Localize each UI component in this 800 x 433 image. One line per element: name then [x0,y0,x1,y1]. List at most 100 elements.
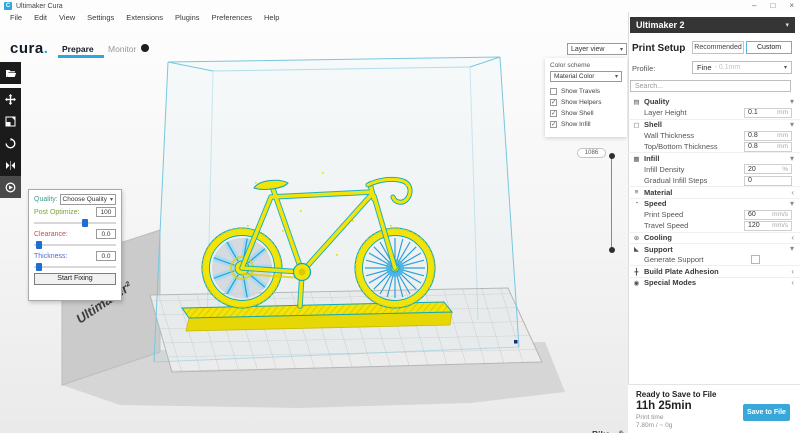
chevron-down-icon: ▾ [110,196,113,203]
settings-search-input[interactable] [630,80,791,92]
quality-fixing-dialog: Quality: Choose Quality▾ Post Optimize: … [28,189,122,301]
tab-monitor[interactable]: Monitor [108,44,136,54]
category-material[interactable]: ≡ Material [628,186,800,197]
slider-handle[interactable] [36,263,42,271]
start-fixing-button[interactable]: Start Fixing [34,273,116,285]
minimize-button[interactable]: – [752,0,756,12]
tab-prepare[interactable]: Prepare [62,44,94,54]
cura-window: C Ultimaker Cura – □ × File Edit View Se… [0,0,800,433]
menu-file[interactable]: File [4,13,28,22]
wall-thickness-field[interactable]: 0.8mm [744,131,792,141]
infill-density-field[interactable]: 20% [744,164,792,174]
category-build-plate-adhesion[interactable]: ╋ Build Plate Adhesion [628,265,800,276]
window-title: Ultimaker Cura [16,3,63,10]
rotate-tool-button[interactable] [0,132,21,154]
menu-extensions[interactable]: Extensions [120,13,169,22]
layer-slider[interactable] [610,155,613,251]
chevron-down-icon [790,155,794,163]
job-status: Ready to Save to File [636,390,716,399]
travel-speed-field[interactable]: 120mm/s [744,221,792,231]
move-tool-button[interactable] [0,88,21,110]
clearance-slider[interactable] [34,241,116,249]
thickness-slider[interactable] [34,263,116,271]
quality-label: Quality: [34,196,58,203]
checkbox-row-show-travels: Show Travels [550,86,622,96]
profile-hint: - 0.1mm [715,64,784,71]
scale-tool-button[interactable] [0,110,21,132]
mesh-tools-button[interactable] [0,176,21,198]
slider-handle[interactable] [82,219,88,227]
layer-slider-top-handle[interactable] [609,153,615,159]
menu-preferences[interactable]: Preferences [206,13,258,22]
chevron-down-icon [790,245,794,253]
category-quality[interactable]: ▤ Quality [628,96,800,107]
menu-edit[interactable]: Edit [28,13,53,22]
chevron-left-icon [791,189,794,197]
infill-icon: ▦ [632,155,641,163]
maximize-button[interactable]: □ [770,0,775,12]
layer-slider-bottom-handle[interactable] [609,247,615,253]
print-speed-field[interactable]: 60mm/s [744,210,792,220]
mirror-tool-button[interactable] [0,154,21,176]
close-button[interactable]: × [789,0,794,12]
recommended-mode-button[interactable]: Recommended [692,41,744,54]
gradual-infill-steps-field[interactable]: 0 [744,176,792,186]
show-helpers-checkbox[interactable]: ✓ [550,99,557,106]
print-setup-title: Print Setup [632,43,685,54]
folder-open-icon [5,68,17,79]
category-speed[interactable]: ◔ Speed [628,198,800,209]
color-scheme-dropdown[interactable]: Material Color▾ [550,71,622,82]
setting-layer-height: Layer Height 0.1mm [628,107,800,118]
machine-selector[interactable]: Ultimaker 2 ▾ [630,17,795,33]
checkbox-row-show-infill: ✓ Show Infill [550,119,622,129]
slider-handle[interactable] [36,241,42,249]
layer-view-panel: Color scheme Material Color▾ Show Travel… [545,58,627,137]
material-usage: 7.80m / ~ 0g [636,422,672,429]
quality-dropdown[interactable]: Choose Quality▾ [60,194,116,205]
viewport-3d[interactable]: Ultimaker² [0,22,628,433]
setting-print-speed: Print Speed 60mm/s [628,209,800,220]
menu-settings[interactable]: Settings [81,13,120,22]
setting-gradual-infill-steps: Gradual Infill Steps 0 [628,175,800,186]
category-support[interactable]: ◣ Support [628,243,800,254]
chevron-left-icon [791,268,794,276]
move-tool-icon [5,94,16,105]
category-shell[interactable]: ▢ Shell [628,119,800,130]
post-optimize-label: Post Optimize: [34,209,80,216]
settings-list: ▤ Quality Layer Height 0.1mm ▢ Shell Wal… [628,96,800,288]
post-optimize-slider[interactable] [34,219,116,227]
mesh-tools-icon [5,182,16,193]
thickness-field[interactable] [96,251,116,261]
post-optimize-field[interactable] [96,207,116,217]
clearance-field[interactable] [96,229,116,239]
chevron-down-icon [790,200,794,208]
layer-height-field[interactable]: 0.1mm [744,108,792,118]
open-file-button[interactable] [0,62,21,84]
chevron-left-icon [791,279,794,287]
shell-icon: ▢ [632,121,641,129]
category-infill[interactable]: ▦ Infill [628,152,800,163]
setting-travel-speed: Travel Speed 120mm/s [628,220,800,231]
generate-support-checkbox[interactable] [751,255,760,264]
show-shell-checkbox[interactable]: ✓ [550,110,557,117]
tab-active-underline [58,55,104,58]
category-special-modes[interactable]: ◉ Special Modes [628,277,800,288]
show-travels-checkbox[interactable] [550,88,557,95]
menu-help[interactable]: Help [258,13,285,22]
view-mode-dropdown[interactable]: Layer view▾ [567,43,627,55]
profile-dropdown[interactable]: Fine - 0.1mm ▾ [692,61,792,74]
rename-pencil-icon[interactable]: ✎ [618,429,626,433]
top-bottom-thickness-field[interactable]: 0.8mm [744,142,792,152]
menu-plugins[interactable]: Plugins [169,13,206,22]
category-cooling[interactable]: ⊛ Cooling [628,232,800,243]
chevron-left-icon [791,234,794,242]
thickness-label: Thickness: [34,253,67,260]
clearance-label: Clearance: [34,231,68,238]
chevron-down-icon: ▾ [784,64,787,71]
setup-mode-toggle: Recommended Custom [692,41,792,54]
show-infill-checkbox[interactable]: ✓ [550,121,557,128]
custom-mode-button[interactable]: Custom [746,41,792,54]
save-to-file-button[interactable]: Save to File [743,404,790,421]
menu-view[interactable]: View [53,13,81,22]
chevron-down-icon [790,121,794,129]
